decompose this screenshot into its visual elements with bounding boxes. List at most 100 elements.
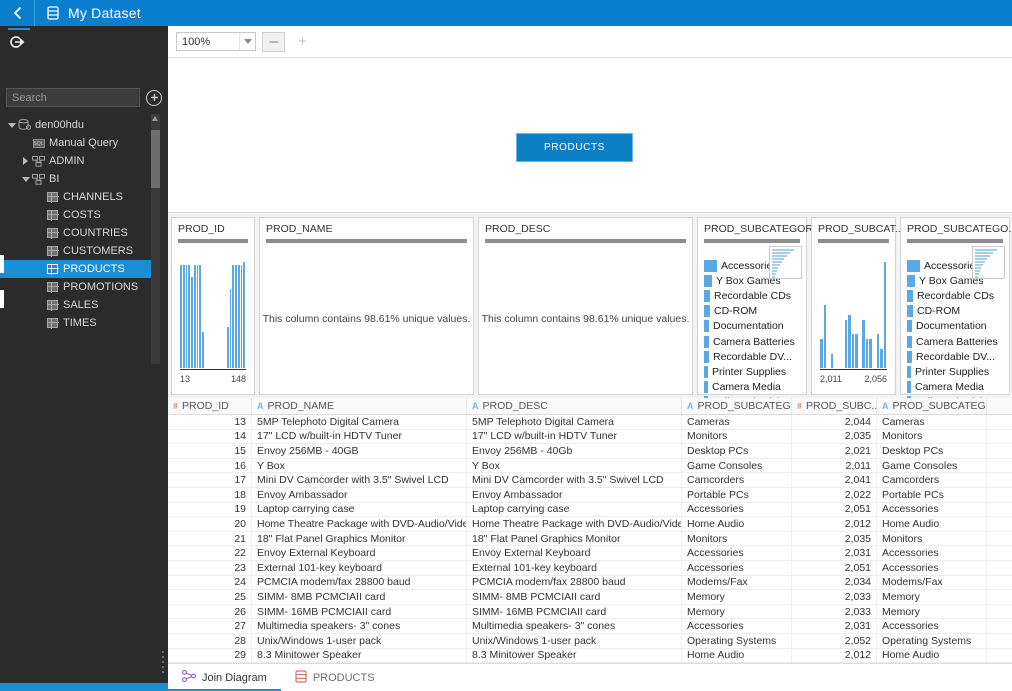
table-row[interactable]: 2118" Flat Panel Graphics Monitor18" Fla…	[168, 532, 1012, 547]
table-row[interactable]: 24PCMCIA modem/fax 28800 baudPCMCIA mode…	[168, 576, 1012, 591]
text-type-icon: A	[472, 401, 479, 411]
value-row[interactable]: Camera Batteries	[704, 334, 800, 349]
diagram-node-products[interactable]: PRODUCTS	[516, 133, 633, 162]
value-row[interactable]: Documentation	[907, 319, 1003, 334]
value-row[interactable]: Recordable CDs	[704, 288, 800, 303]
distribution-thumbnail-icon[interactable]	[769, 246, 802, 279]
expand-arrow-down-icon[interactable]	[6, 116, 17, 134]
thumbnail-bar	[772, 252, 790, 254]
tree-item-manual-query[interactable]: SQLManual Query	[0, 134, 160, 152]
scrollbar-thumb[interactable]	[151, 130, 160, 188]
profile-card-prod-id[interactable]: PROD_ID13148	[171, 217, 255, 395]
join-diagram-canvas[interactable]: PRODUCTS	[168, 58, 1012, 213]
table-row[interactable]: 23External 101-key keyboardExternal 101-…	[168, 561, 1012, 576]
table-icon	[45, 314, 60, 332]
value-row[interactable]: Camera Batteries	[907, 334, 1003, 349]
profile-card-prod-subcat[interactable]: PROD_SUBCAT...2,0112,056	[811, 217, 896, 395]
grid-column-header[interactable]: # PROD_ID	[168, 398, 252, 414]
grid-column-header[interactable]: APROD_SUBCATEG...	[682, 398, 792, 414]
table-row[interactable]: 27Multimedia speakers- 3" conesMultimedi…	[168, 619, 1012, 634]
tree-item-products[interactable]: PRODUCTS	[0, 260, 160, 278]
panel-resize-grip[interactable]	[162, 651, 165, 677]
tree-item-label: ADMIN	[49, 155, 84, 167]
profile-card-prod-name[interactable]: PROD_NAMEThis column contains 98.61% uni…	[259, 217, 474, 395]
value-row[interactable]: Recordable DV...	[907, 349, 1003, 364]
profile-card-prod-desc[interactable]: PROD_DESCThis column contains 98.61% uni…	[478, 217, 693, 395]
value-row[interactable]: Recordable CDs	[907, 288, 1003, 303]
search-input[interactable]	[6, 88, 140, 107]
chevron-down-icon[interactable]	[239, 33, 255, 50]
histogram-bar	[852, 334, 855, 368]
zoom-out-button[interactable]: –	[262, 32, 285, 52]
search-row	[6, 88, 162, 107]
value-label: Documentation	[916, 320, 987, 332]
histogram-axis-labels: 13148	[180, 374, 246, 384]
expand-arrow-down-icon[interactable]	[20, 170, 31, 188]
grid-column-header[interactable]: APROD_DESC	[467, 398, 682, 414]
grid-column-header[interactable]: APROD_NAME	[252, 398, 467, 414]
table-row[interactable]: 17Mini DV Camcorder with 3.5" Swivel LCD…	[168, 473, 1012, 488]
value-row[interactable]: Documentation	[704, 319, 800, 334]
number-type-icon: #	[173, 401, 178, 411]
profile-card-prod-subcategory[interactable]: PROD_SUBCATEGORYAccessoriesY Box GamesRe…	[697, 217, 807, 395]
histogram-axis	[180, 369, 246, 370]
profile-card-fill-bar	[818, 239, 889, 243]
grid-column-header[interactable]: APROD_SUBCATEG...	[877, 398, 987, 414]
back-button[interactable]	[0, 0, 34, 26]
tree-item-sales[interactable]: SALES	[0, 296, 160, 314]
profile-card-prod-subcatego[interactable]: PROD_SUBCATEGO...AccessoriesY Box GamesR…	[900, 217, 1010, 395]
tree-item-times[interactable]: TIMES	[0, 314, 160, 332]
histogram-bar	[884, 262, 887, 368]
table-row[interactable]: 16Y BoxY BoxGame Consoles2,011Game Conso…	[168, 459, 1012, 474]
tree-item-countries[interactable]: COUNTRIES	[0, 224, 160, 242]
table-row[interactable]: 22Envoy External KeyboardEnvoy External …	[168, 546, 1012, 561]
value-row[interactable]: Printer Supplies	[704, 364, 800, 379]
tree-item-admin[interactable]: ADMIN	[0, 152, 160, 170]
table-row[interactable]: 298.3 Minitower Speaker8.3 Minitower Spe…	[168, 649, 1012, 664]
table-row[interactable]: 26SIMM- 16MB PCMCIAII cardSIMM- 16MB PCM…	[168, 605, 1012, 620]
distribution-thumbnail-icon[interactable]	[972, 246, 1005, 279]
add-connection-button[interactable]	[146, 90, 162, 106]
table-row[interactable]: 20Home Theatre Package with DVD-Audio/Vi…	[168, 517, 1012, 532]
tree-item-customers[interactable]: CUSTOMERS	[0, 242, 160, 260]
value-label: Camera Media	[712, 381, 781, 393]
table-row[interactable]: 25SIMM- 8MB PCMCIAII cardSIMM- 8MB PCMCI…	[168, 590, 1012, 605]
table-row[interactable]: 19Laptop carrying caseLaptop carrying ca…	[168, 503, 1012, 518]
tree-item-channels[interactable]: CHANNELS	[0, 188, 160, 206]
tree-item-bi[interactable]: BI	[0, 170, 160, 188]
bottom-tab-bar: Join DiagramPRODUCTS	[168, 663, 1012, 691]
table-cell: PCMCIA modem/fax 28800 baud	[252, 576, 467, 590]
table-row[interactable]: 1417" LCD w/built-in HDTV Tuner17" LCD w…	[168, 430, 1012, 445]
value-label: CD-ROM	[917, 305, 960, 317]
tab-join-diagram[interactable]: Join Diagram	[168, 664, 281, 691]
value-frequency-bar	[704, 260, 717, 272]
expand-arrow-right-icon[interactable]	[20, 152, 31, 170]
tree-item-costs[interactable]: COSTS	[0, 206, 160, 224]
table-cell: SIMM- 8MB PCMCIAII card	[252, 590, 467, 604]
value-row[interactable]: Camera Media	[907, 380, 1003, 395]
value-row[interactable]: Printer Supplies	[907, 364, 1003, 379]
tab-products[interactable]: PRODUCTS	[281, 664, 389, 691]
table-row[interactable]: 135MP Telephoto Digital Camera5MP Teleph…	[168, 415, 1012, 430]
grid-column-header[interactable]: #PROD_SUBC...	[792, 398, 877, 414]
tree-item-den00hdu[interactable]: den00hdu	[0, 116, 160, 134]
table-row[interactable]: 18Envoy AmbassadorEnvoy AmbassadorPortab…	[168, 488, 1012, 503]
value-row[interactable]: CD-ROM	[704, 304, 800, 319]
table-row[interactable]: 28Unix/Windows 1-user packUnix/Windows 1…	[168, 634, 1012, 649]
tree-item-promotions[interactable]: PROMOTIONS	[0, 278, 160, 296]
tree-item-label: TIMES	[63, 317, 97, 329]
tree-scrollbar[interactable]	[151, 114, 160, 364]
collapse-panel-button[interactable]	[6, 30, 32, 54]
object-tree: den00hduSQLManual QueryADMINBICHANNELSCO…	[0, 116, 160, 671]
value-frequency-bar	[907, 336, 912, 348]
table-row[interactable]: 15Envoy 256MB - 40GBEnvoy 256MB - 40GbDe…	[168, 444, 1012, 459]
value-row[interactable]: Camera Media	[704, 380, 800, 395]
value-row[interactable]: CD-ROM	[907, 304, 1003, 319]
zoom-in-button[interactable]: +	[291, 32, 314, 52]
table-cell: 8.3 Minitower Speaker	[252, 649, 467, 663]
value-row[interactable]: Recordable DV...	[704, 349, 800, 364]
value-frequency-bar	[704, 336, 709, 348]
grid-column-label: PROD_ID	[182, 400, 229, 412]
table-cell: Envoy 256MB - 40GB	[252, 444, 467, 458]
zoom-level-select[interactable]: 100%	[176, 32, 256, 51]
